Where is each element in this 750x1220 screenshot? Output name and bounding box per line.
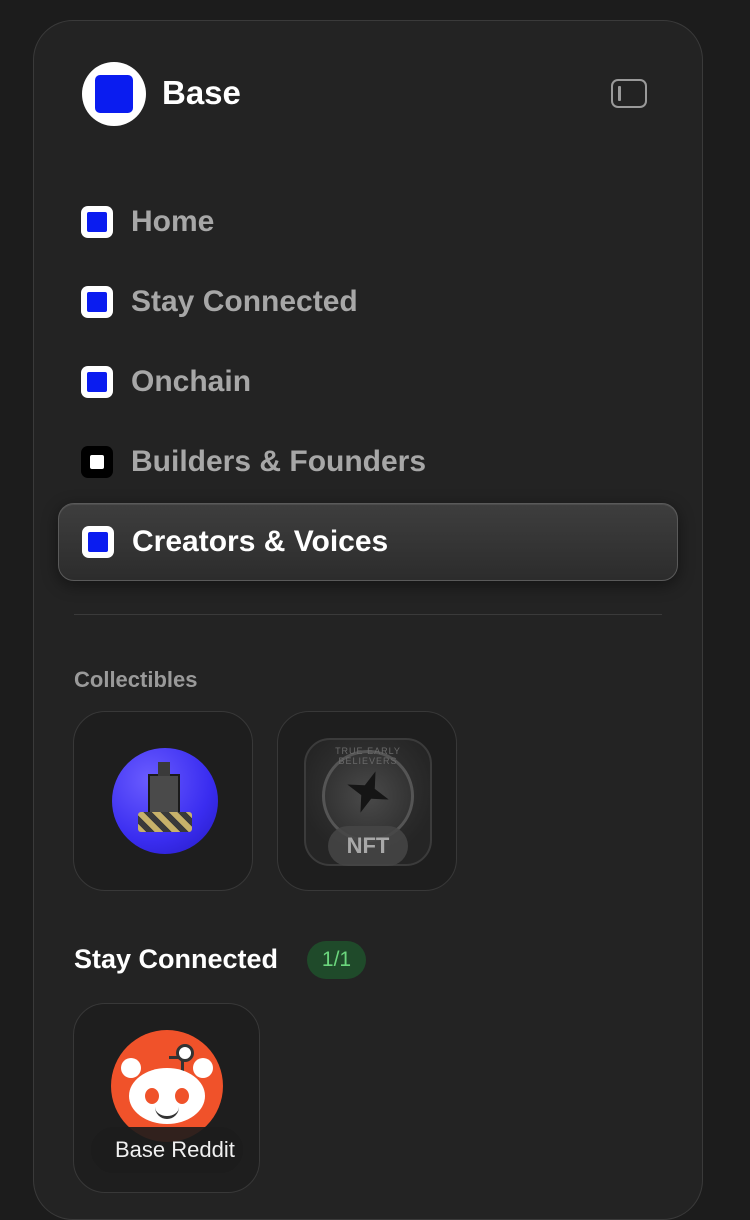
nft-arc-text: TRUE EARLY BELIEVERS: [335, 746, 401, 766]
collectible-card-early-believers[interactable]: TRUE EARLY BELIEVERS NFT: [277, 711, 457, 891]
nav-item-stay-connected[interactable]: Stay Connected: [58, 263, 678, 341]
nav-item-onchain[interactable]: Onchain: [58, 343, 678, 421]
nav-item-label: Builders & Founders: [131, 445, 427, 478]
white-square-icon: [81, 446, 113, 478]
base-logo-icon: [95, 75, 133, 113]
nav-item-label: Home: [131, 205, 215, 238]
blue-square-icon: [81, 286, 113, 318]
nav-item-label: Stay Connected: [131, 285, 358, 318]
nft-base-image: [138, 812, 192, 832]
base-reddit-card[interactable]: Base Reddit: [73, 1003, 260, 1193]
brand-name: Base: [162, 74, 241, 111]
stay-connected-heading: Stay Connected: [74, 944, 279, 974]
blue-square-icon: [81, 206, 113, 238]
nav-item-home[interactable]: Home: [58, 183, 678, 261]
collectible-card-blue-sphere[interactable]: [73, 711, 253, 891]
base-logo[interactable]: [82, 62, 146, 126]
collectibles-heading: Collectibles: [74, 667, 198, 692]
divider: [74, 614, 662, 615]
nav-item-label: Onchain: [131, 365, 252, 398]
nav-item-builders-founders[interactable]: Builders & Founders: [58, 423, 678, 501]
blue-square-icon: [81, 366, 113, 398]
reddit-icon: [111, 1030, 223, 1142]
sidebar-collapse-icon[interactable]: [611, 79, 647, 108]
nft-tag: NFT: [328, 826, 408, 866]
reddit-card-label: Base Reddit: [91, 1127, 243, 1173]
nav-item-creators-voices[interactable]: Creators & Voices: [58, 503, 678, 581]
nav-item-label: Creators & Voices: [132, 525, 389, 558]
progress-badge: 1/1: [307, 941, 366, 979]
blue-square-icon: [82, 526, 114, 558]
